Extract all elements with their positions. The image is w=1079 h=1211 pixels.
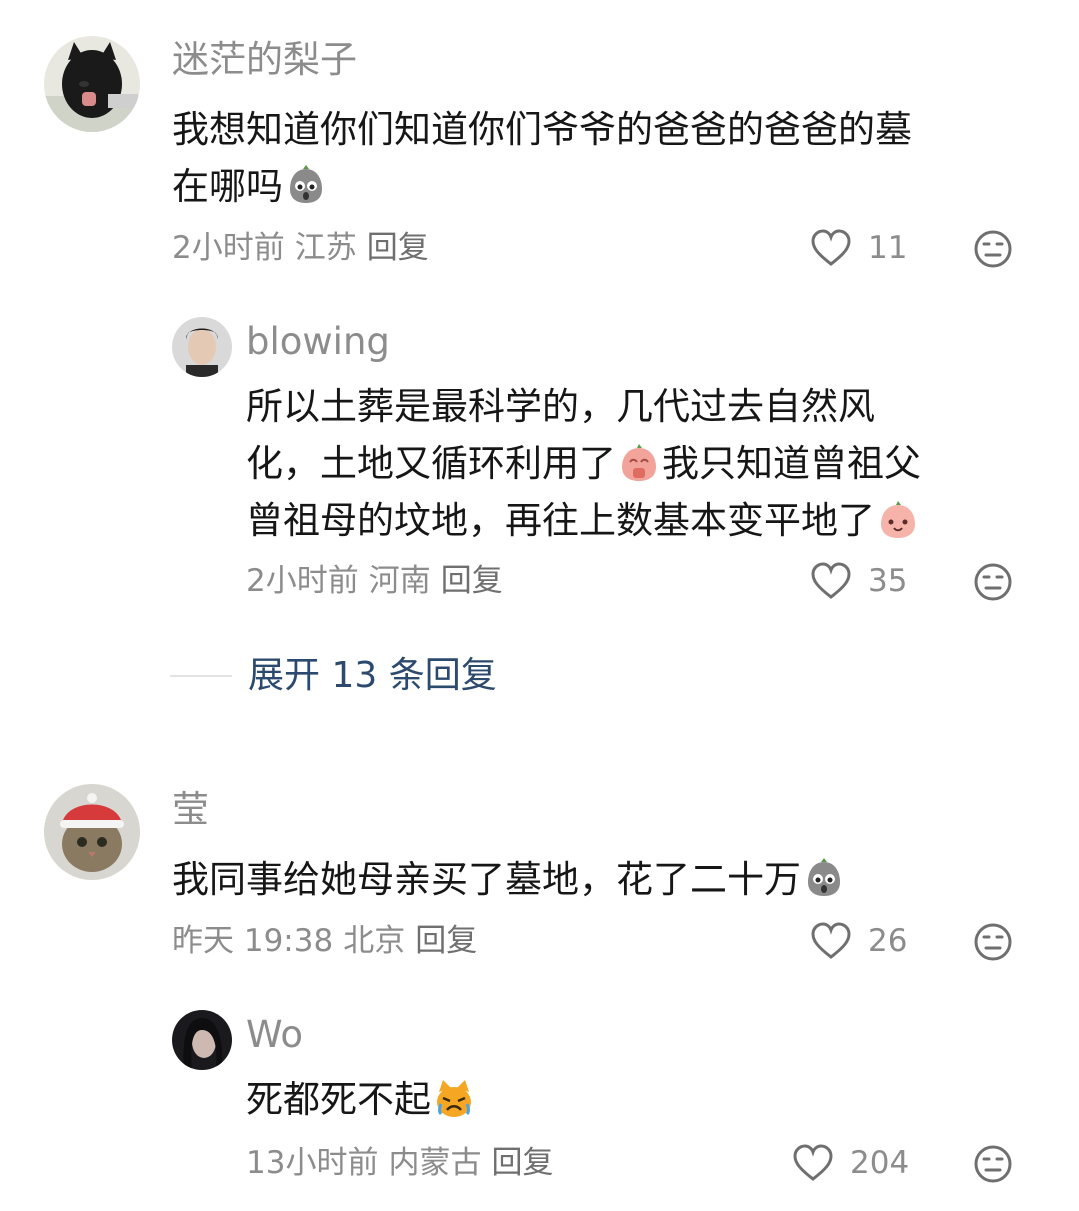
comment-text-line: 死都死不起 [246,1071,477,1128]
neutral-face-icon [974,563,1012,601]
comment-text-line: 化，土地又循环利用了 我只知道曾祖父 [246,435,921,492]
comment-time: 2小时前 [246,563,359,599]
neutral-face-icon [974,923,1012,961]
comment-text-segment: 我同事给她母亲买了墓地，花了二十万 [172,858,801,901]
dislike-button[interactable] [973,922,1013,962]
comment-text: 我同事给她母亲买了墓地，花了二十万 [172,851,847,908]
praying-face-emoji-icon [618,442,660,484]
avatar[interactable] [44,36,140,132]
crying-cat-emoji-icon [433,1078,475,1120]
neutral-face-icon [974,230,1012,268]
reply-button[interactable]: 回复 [491,1145,553,1181]
comment-text-segment: 在哪吗 [172,165,283,208]
comment-time: 2小时前 [172,230,285,266]
comment-text-line: 我想知道你们知道你们爷爷的爸爸的爸爸的墓 [172,108,912,151]
comment-meta: 13小时前 内蒙古 回复 [246,1143,563,1183]
like-count: 35 [868,563,908,599]
heart-outline-icon [811,922,851,959]
comment-text-line: 曾祖母的坟地，再往上数基本变平地了 [246,492,921,549]
comment-meta: 2小时前 河南 回复 [246,561,513,601]
comment-username[interactable]: blowing [246,320,390,364]
divider [170,675,232,677]
like-button[interactable]: 35 [810,561,907,601]
avatar[interactable] [172,1010,232,1070]
comment-text-segment: 化，土地又循环利用了 [246,442,616,485]
heart-outline-icon [811,562,851,599]
comment-meta: 昨天 19:38 北京 回复 [172,921,487,961]
like-button[interactable]: 204 [792,1143,909,1183]
like-button[interactable]: 26 [810,921,907,961]
like-count: 11 [868,230,908,266]
comment-text-line: 所以土葬是最科学的，几代过去自然风 [246,385,875,428]
comment-text-line: 我同事给她母亲买了墓地，花了二十万 [172,851,847,908]
comment-time: 昨天 19:38 [172,923,334,959]
neutral-face-icon [974,1145,1012,1183]
shocked-face-emoji-icon [285,165,327,207]
like-count: 204 [850,1145,910,1181]
dislike-button[interactable] [973,229,1013,269]
smiling-face-emoji-icon [877,499,919,541]
comment-text-line: 在哪吗 [172,158,912,215]
like-button[interactable]: 11 [810,228,907,268]
expand-replies-label[interactable]: 展开 13 条回复 [248,652,497,700]
comment-location: 河南 [368,563,431,599]
comment-time: 13小时前 [246,1145,379,1181]
comment-location: 内蒙古 [388,1145,482,1181]
comment-username[interactable]: Wo [246,1013,303,1057]
shocked-face-emoji-icon [803,858,845,900]
expand-replies-button[interactable]: 展开 13 条回复 [170,652,497,700]
reply-button[interactable]: 回复 [415,923,477,959]
like-count: 26 [868,923,908,959]
comment-text: 所以土葬是最科学的，几代过去自然风 化，土地又循环利用了 我只知道曾祖父 曾祖母的… [246,378,921,549]
avatar[interactable] [172,317,232,377]
dislike-button[interactable] [973,1144,1013,1184]
comment-meta: 2小时前 江苏 回复 [172,228,439,268]
comment-text: 死都死不起 [246,1071,477,1128]
avatar[interactable] [44,784,140,880]
comment-text: 我想知道你们知道你们爷爷的爸爸的爸爸的墓 在哪吗 [172,101,912,215]
comment-text-segment: 死都死不起 [246,1078,431,1121]
comment-location: 北京 [343,923,406,959]
reply-button[interactable]: 回复 [367,230,429,266]
comment-location: 江苏 [294,230,357,266]
comment-username[interactable]: 迷茫的梨子 [172,38,357,82]
comment-text-segment: 我只知道曾祖父 [662,442,921,485]
heart-outline-icon [793,1144,833,1181]
dislike-button[interactable] [973,562,1013,602]
heart-outline-icon [811,229,851,266]
comment-username[interactable]: 莹 [172,788,209,832]
comment-text-segment: 曾祖母的坟地，再往上数基本变平地了 [246,499,875,542]
reply-button[interactable]: 回复 [441,563,503,599]
